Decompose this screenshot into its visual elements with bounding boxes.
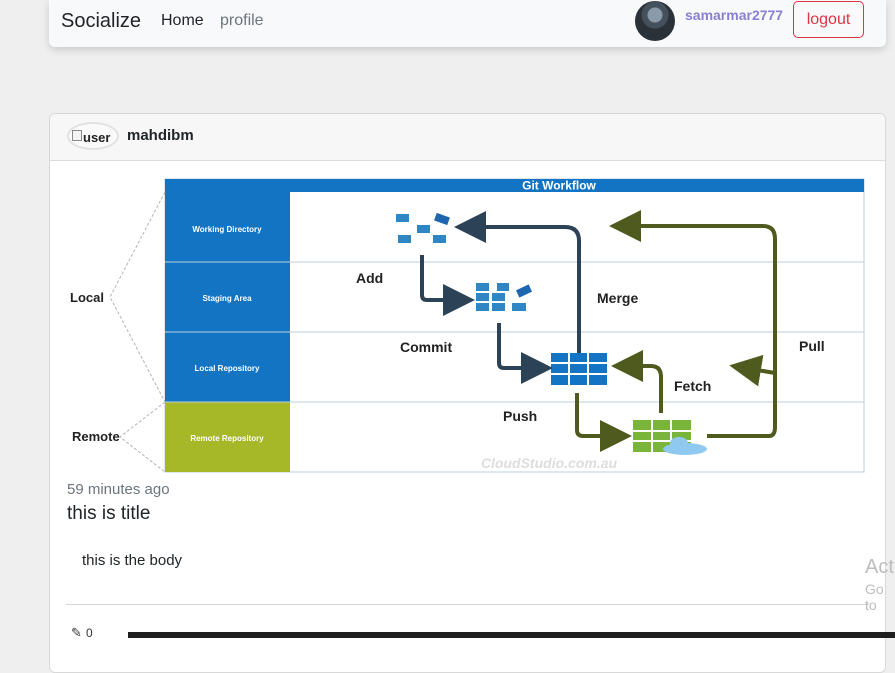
post-header: user mahdibm	[50, 114, 885, 161]
post-timestamp: 59 minutes ago	[67, 481, 170, 498]
author-avatar[interactable]: user	[67, 122, 119, 150]
post-card: user mahdibm Git Workflow Working Direct…	[49, 113, 886, 673]
author-name[interactable]: mahdibm	[127, 127, 194, 144]
like-icon[interactable]: ✎	[71, 625, 82, 641]
action-fetch: Fetch	[674, 378, 711, 394]
row-local-repository: Local Repository	[195, 364, 260, 373]
action-pull: Pull	[799, 338, 825, 354]
action-merge: Merge	[597, 290, 638, 306]
logout-button[interactable]: logout	[793, 1, 864, 38]
group-local: Local	[70, 290, 104, 305]
action-add: Add	[356, 270, 383, 286]
broken-image-icon	[72, 130, 82, 141]
post-body: this is the body	[82, 552, 183, 569]
nav-link-profile[interactable]: profile	[220, 12, 264, 30]
local-repo-grid-icon	[551, 353, 607, 385]
divider	[66, 604, 869, 605]
image-credit: CloudStudio.com.au	[481, 455, 618, 471]
group-remote: Remote	[72, 429, 120, 444]
post-image: Git Workflow Working Directory Staging A…	[70, 178, 865, 473]
user-avatar[interactable]	[635, 1, 675, 41]
diagram-title: Git Workflow	[522, 179, 596, 193]
action-commit: Commit	[400, 339, 452, 355]
taskbar	[128, 632, 895, 638]
action-push: Push	[503, 408, 537, 424]
row-remote-repository: Remote Repository	[190, 434, 264, 443]
navbar: Socialize Home profile samarmar2777 logo…	[49, 0, 886, 47]
row-working-directory: Working Directory	[192, 225, 262, 234]
avatar-alt-text: user	[83, 130, 111, 145]
row-staging-area: Staging Area	[202, 294, 252, 303]
brand-logo[interactable]: Socialize	[61, 10, 141, 33]
post-title: this is title	[67, 503, 151, 524]
username-link[interactable]: samarmar2777	[685, 7, 783, 23]
activation-watermark-title: Act	[865, 556, 894, 578]
activation-watermark-subtitle: Go to	[865, 581, 884, 613]
nav-link-home[interactable]: Home	[161, 12, 204, 30]
